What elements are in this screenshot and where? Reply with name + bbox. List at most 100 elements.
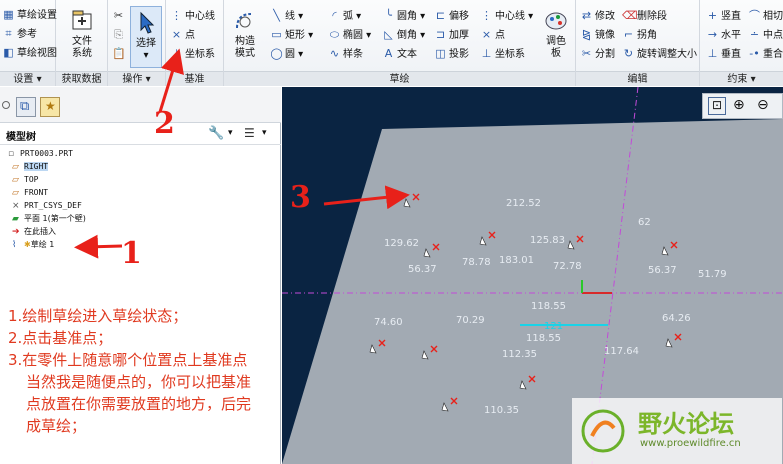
sketch-icon: ⌇ [12, 240, 17, 250]
watermark: 野火论坛 www.proewildfire.cn [572, 398, 782, 464]
datum-centerline-button[interactable]: ⋮ 中心线 [170, 8, 215, 24]
watermark-name: 野火论坛 [638, 410, 734, 438]
rotate-resize-button[interactable]: ↻ 旋转调整大小 [622, 46, 697, 62]
navigator-tabs: ⧉ ★ [0, 87, 281, 123]
chevron-down-icon[interactable]: ▾ [262, 128, 267, 138]
dimension-label[interactable]: 51.79 [698, 269, 727, 280]
sketch-centerline-button[interactable]: ⋮ 中心线 ▾ [480, 8, 533, 24]
dimension-label[interactable]: 74.60 [374, 317, 403, 328]
dimension-label[interactable]: 78.78 [462, 257, 491, 268]
dimension-label[interactable]: 118.55 [531, 301, 566, 312]
tree-item-insert-here[interactable]: ➔ 在此插入 [12, 226, 56, 238]
modify-button[interactable]: ⇄ 修改 [580, 8, 615, 24]
dimension-label[interactable]: 62 [638, 217, 651, 228]
select-button[interactable]: 选择 ▾ [130, 6, 162, 68]
rectangle-button[interactable]: ▭ 矩形 ▾ [270, 27, 313, 43]
dimension-label[interactable]: 212.52 [506, 198, 541, 209]
constrain-group-label[interactable]: 约束 ▾ [700, 71, 783, 86]
zoom-fit-icon[interactable]: ⊡ [708, 97, 726, 115]
dimension-label[interactable]: 112.35 [502, 349, 537, 360]
tree-item-sketch[interactable]: ⌇ ✱草绘 1 [12, 239, 54, 251]
construction-mode-button[interactable]: 构造 模式 [228, 8, 262, 60]
paste-icon[interactable]: 📋 [112, 46, 127, 62]
dimension-label[interactable]: 129.62 [384, 238, 419, 249]
arc-button[interactable]: ◜ 弧 ▾ [328, 8, 361, 24]
dimension-label[interactable]: 117.64 [604, 346, 639, 357]
sketch-view-button[interactable]: ◧ 草绘视图 [2, 45, 57, 61]
tangent-constraint-button[interactable]: ⌒ 相切 [748, 8, 783, 24]
dimension-label[interactable]: 56.37 [408, 264, 437, 275]
tab-model-tree[interactable]: ⧉ [16, 97, 36, 117]
datum-coord-system-button[interactable]: ⊥ 坐标系 [170, 46, 215, 62]
delete-segment-button[interactable]: ⌫删除段 [622, 8, 667, 24]
dimension-label[interactable]: 64.26 [662, 313, 691, 324]
text-button[interactable]: A 文本 [382, 46, 417, 62]
dimension-label-selected[interactable]: 121 [544, 321, 563, 332]
tree-settings-icon[interactable]: 🔧 [208, 126, 224, 141]
corner-button[interactable]: ⌐ 拐角 [622, 27, 657, 43]
text-icon: A [384, 47, 393, 60]
operations-group: ✂ ⎘ 📋 选择 ▾ 操作 ▾ [108, 0, 166, 86]
tree-item-top[interactable]: ▱ TOP [12, 174, 38, 186]
fillet-button[interactable]: ╰ 圆角 ▾ [382, 8, 425, 24]
datum-group: ⋮ 中心线 × 点 ⊥ 坐标系 基准 [166, 0, 224, 86]
offset-icon: ⊏ [435, 9, 446, 22]
chamfer-button[interactable]: ◺ 倒角 ▾ [382, 27, 425, 43]
dimension-label[interactable]: 125.83 [530, 235, 565, 246]
sketch-setup-button[interactable]: ▦ 草绘设置 [2, 7, 57, 23]
divide-button[interactable]: ✂ 分割 [580, 46, 615, 62]
dimension-label[interactable]: 56.37 [648, 265, 677, 276]
copy-icon[interactable]: ⎘ [112, 27, 127, 43]
line-button[interactable]: ╲ 线 ▾ [270, 8, 303, 24]
model-tree-header: 模型树 🔧 ▾ ☰ ▾ [0, 125, 281, 145]
tree-item-part[interactable]: ▫ PRT0003.PRT [8, 148, 73, 160]
graphics-area[interactable]: ⊡ ⊕ ⊖ 212.52 129.62 56.37 78.78 125.83 1… [282, 87, 783, 464]
palette-button[interactable]: 调色 板 [540, 8, 572, 60]
offset-button[interactable]: ⊏ 偏移 [434, 8, 469, 24]
reference-button[interactable]: ⌗ 参考 [2, 26, 37, 42]
tree-item-csys[interactable]: ⨯ PRT_CSYS_DEF [12, 200, 82, 212]
zoom-out-icon[interactable]: ⊖ [757, 97, 769, 113]
chevron-down-icon: ▾ [143, 50, 149, 61]
reference-icon: ⌗ [5, 27, 12, 40]
cut-icon[interactable]: ✂ [112, 8, 127, 24]
operations-group-label[interactable]: 操作 ▾ [108, 71, 165, 86]
zoom-in-icon[interactable]: ⊕ [733, 97, 745, 113]
dimension-label[interactable]: 72.78 [553, 261, 582, 272]
coincident-constraint-button[interactable]: -• 重合 [748, 46, 783, 62]
tab-favorites[interactable]: ★ [40, 97, 60, 117]
small-circle-icon[interactable] [2, 101, 10, 109]
mirror-button[interactable]: ⧎ 镜像 [580, 27, 615, 43]
setup-group: ▦ 草绘设置 ⌗ 参考 ◧ 草绘视图 设置 ▾ [0, 0, 57, 86]
setup-group-label[interactable]: 设置 ▾ [0, 71, 55, 86]
point-icon: × [171, 28, 182, 41]
dimension-label[interactable]: 118.55 [526, 333, 561, 344]
spline-button[interactable]: ∿ 样条 [328, 46, 363, 62]
midpoint-constraint-button[interactable]: ∸ 中点 [748, 27, 783, 43]
circle-button[interactable]: ◯ 圆 ▾ [270, 46, 303, 62]
thicken-button[interactable]: ⊐ 加厚 [434, 27, 469, 43]
tree-filter-icon[interactable]: ☰ [244, 126, 255, 140]
tree-item-front[interactable]: ▱ FRONT [12, 187, 48, 199]
datum-point-button[interactable]: × 点 [170, 27, 195, 43]
sketch-group-label: 草绘 [224, 71, 575, 86]
tree-item-plane-wall[interactable]: ▰ 平面 1(第一个壁) [12, 213, 86, 225]
vertical-constraint-button[interactable]: + 竖直 [706, 8, 741, 24]
dimension-label[interactable]: 110.35 [484, 405, 519, 416]
circle-icon: ◯ [270, 47, 283, 60]
watermark-url: www.proewildfire.cn [640, 438, 741, 449]
sketch-coord-system-button[interactable]: ⊥ 坐标系 [480, 46, 525, 62]
file-system-icon [72, 10, 92, 30]
horizontal-constraint-button[interactable]: → 水平 [706, 27, 741, 43]
dimension-label[interactable]: 183.01 [499, 255, 534, 266]
perpendicular-constraint-button[interactable]: ⊥ 垂直 [706, 46, 741, 62]
insert-arrow-icon: ➔ [12, 227, 20, 237]
dimension-label[interactable]: 70.29 [456, 315, 485, 326]
chevron-down-icon[interactable]: ▾ [228, 128, 233, 138]
ellipse-button[interactable]: ⬭ 椭圆 ▾ [328, 27, 371, 43]
tree-item-right[interactable]: ▱ RIGHT [12, 161, 49, 173]
project-button[interactable]: ◫ 投影 [434, 46, 469, 62]
instruction-step-1: 1.绘制草绘进入草绘状态； [8, 307, 188, 325]
file-system-button[interactable]: 文件 系统 [62, 8, 102, 60]
sketch-point-button[interactable]: × 点 [480, 27, 505, 43]
